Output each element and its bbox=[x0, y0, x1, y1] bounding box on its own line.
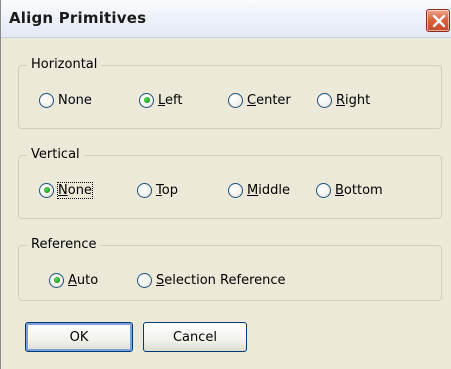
vertical-bottom-radio[interactable]: Bottom bbox=[316, 180, 383, 200]
align-primitives-dialog: Align Primitives Horizontal None Left Ce… bbox=[0, 0, 451, 369]
horizontal-center-radio[interactable]: Center bbox=[228, 90, 291, 110]
horizontal-group: Horizontal None Left Center Right bbox=[18, 57, 442, 129]
close-button[interactable] bbox=[426, 9, 450, 32]
radio-button[interactable] bbox=[137, 272, 152, 288]
vertical-legend: Vertical bbox=[27, 147, 84, 163]
radio-button[interactable] bbox=[316, 182, 331, 198]
radio-button[interactable] bbox=[317, 92, 332, 108]
horizontal-none-radio[interactable]: None bbox=[39, 90, 92, 110]
cancel-button[interactable]: Cancel bbox=[143, 322, 247, 352]
radio-button-checked[interactable] bbox=[139, 92, 154, 108]
reference-selection-radio[interactable]: Selection Reference bbox=[137, 270, 286, 290]
vertical-middle-radio[interactable]: Middle bbox=[228, 180, 290, 200]
radio-button[interactable] bbox=[137, 182, 152, 198]
reference-auto-radio[interactable]: Auto bbox=[49, 270, 98, 290]
vertical-group: Vertical None Top Middle Bottom bbox=[18, 147, 442, 219]
close-icon bbox=[432, 14, 446, 28]
reference-legend: Reference bbox=[27, 237, 101, 253]
reference-group: Reference Auto Selection Reference bbox=[18, 237, 442, 301]
radio-button-checked[interactable] bbox=[49, 272, 64, 288]
horizontal-left-radio[interactable]: Left bbox=[139, 90, 182, 110]
ok-button[interactable]: OK bbox=[25, 322, 133, 352]
horizontal-legend: Horizontal bbox=[27, 57, 102, 73]
radio-button-checked[interactable] bbox=[39, 182, 54, 198]
horizontal-right-radio[interactable]: Right bbox=[317, 90, 370, 110]
vertical-none-radio[interactable]: None bbox=[39, 180, 93, 200]
title-bar: Align Primitives bbox=[1, 0, 451, 38]
vertical-top-radio[interactable]: Top bbox=[137, 180, 178, 200]
radio-button[interactable] bbox=[228, 182, 243, 198]
window-title: Align Primitives bbox=[9, 9, 147, 27]
radio-button[interactable] bbox=[39, 92, 54, 108]
radio-button[interactable] bbox=[228, 92, 243, 108]
